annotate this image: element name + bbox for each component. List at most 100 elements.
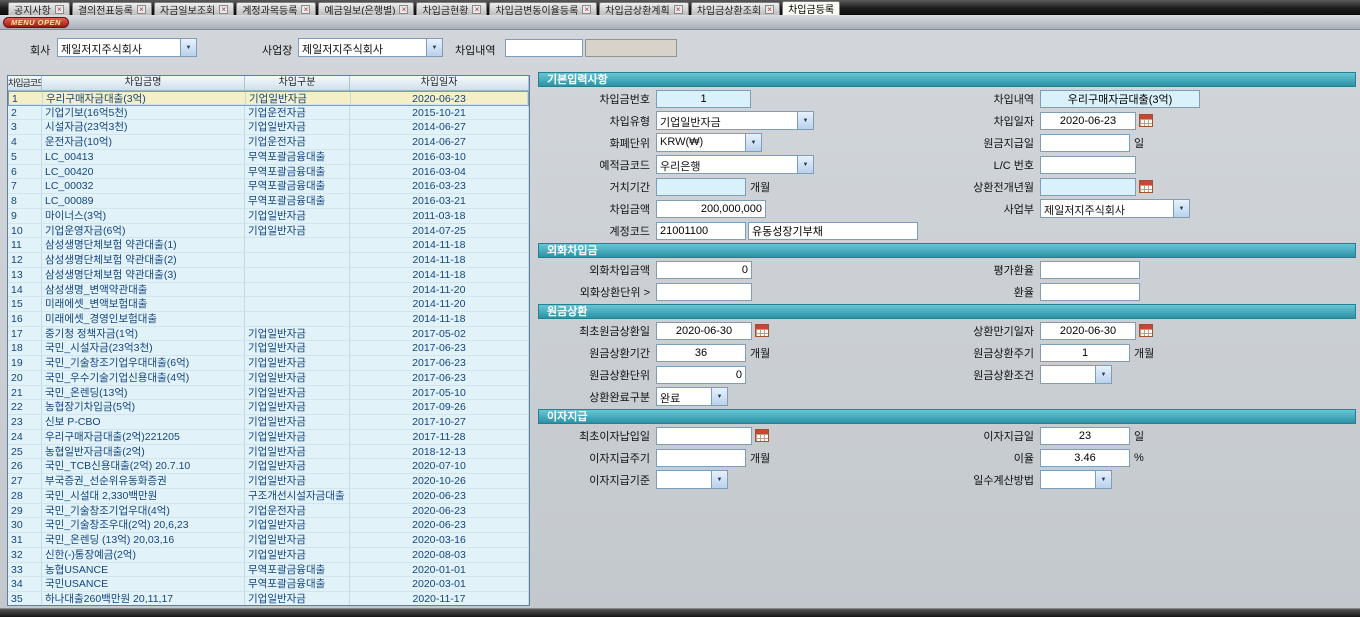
repay-complete-select[interactable]: 완료▼ xyxy=(656,387,728,406)
fx-repay-unit-field[interactable] xyxy=(656,283,752,301)
account-name-field[interactable] xyxy=(748,222,918,240)
tab[interactable]: 차입금현황× xyxy=(416,2,487,15)
chevron-down-icon[interactable]: ▼ xyxy=(745,134,761,151)
principal-payday-field[interactable] xyxy=(1040,134,1130,152)
table-row[interactable]: 15미래에셋_변액보험대출2014-11-20 xyxy=(8,297,529,312)
table-row[interactable]: 3시설자금(23억3천)기업일반자금2014-06-27 xyxy=(8,120,529,135)
table-row[interactable]: 24우리구매자금대출(2억)221205기업일반자금2017-11-28 xyxy=(8,430,529,445)
account-code-field[interactable] xyxy=(656,222,746,240)
calendar-icon[interactable] xyxy=(1139,180,1153,193)
table-row[interactable]: 1우리구매자금대출(3억)기업일반자금2020-06-23 xyxy=(8,91,529,106)
table-row[interactable]: 29국민_기술창조기업우대(4억)기업운전자금2020-06-23 xyxy=(8,504,529,519)
table-row[interactable]: 20국민_우수기술기업신용대출(4억)기업일반자금2017-06-23 xyxy=(8,371,529,386)
chevron-down-icon[interactable]: ▼ xyxy=(797,156,813,173)
table-row[interactable]: 30국민_기술창조우대(2억) 20,6,23기업일반자금2020-06-23 xyxy=(8,518,529,533)
calendar-icon[interactable] xyxy=(755,429,769,442)
table-row[interactable]: 13삼성생명단체보험 약관대출(3)2014-11-18 xyxy=(8,268,529,283)
table-row[interactable]: 11삼성생명단체보험 약관대출(1)2014-11-18 xyxy=(8,238,529,253)
loan-description-field[interactable] xyxy=(1040,90,1200,108)
principal-repay-condition-select[interactable]: ▼ xyxy=(1040,365,1112,384)
tab-close-icon[interactable]: × xyxy=(137,5,146,14)
column-header-loan-name[interactable]: 차입금명 xyxy=(42,76,245,90)
tab[interactable]: 자금일보조회× xyxy=(154,2,234,15)
tab-close-icon[interactable]: × xyxy=(55,5,64,14)
table-row[interactable]: 21국민_온렌딩(13억)기업일반자금2017-05-10 xyxy=(8,386,529,401)
table-row[interactable]: 35하나대출260백만원 20,11,17기업일반자금2020-11-17 xyxy=(8,592,529,606)
table-row[interactable]: 34국민USANCE무역포괄금융대출2020-03-01 xyxy=(8,577,529,592)
table-row[interactable]: 14삼성생명_변액약관대출2014-11-20 xyxy=(8,283,529,298)
tab[interactable]: 계정과목등록× xyxy=(236,2,316,15)
company-select[interactable]: 제일저지주식회사 ▼ xyxy=(57,38,197,57)
deposit-code-select[interactable]: 우리은행▼ xyxy=(656,155,814,174)
loan-type-select[interactable]: 기업일반자금▼ xyxy=(656,111,814,130)
chevron-down-icon[interactable]: ▼ xyxy=(180,39,196,56)
table-row[interactable]: 6LC_00420무역포괄금융대출2016-03-04 xyxy=(8,165,529,180)
first-interest-date-field[interactable] xyxy=(656,427,752,445)
maturity-date-field[interactable] xyxy=(1040,322,1136,340)
column-header-loan-date[interactable]: 차입일자 xyxy=(350,76,529,90)
loan-date-field[interactable] xyxy=(1040,112,1136,130)
table-row[interactable]: 26국민_TCB신용대출(2억) 20.7.10기업일반자금2020-07-10 xyxy=(8,459,529,474)
tab[interactable]: 결의전표등록× xyxy=(72,2,152,15)
table-row[interactable]: 28국민_시설대 2,330백만원구조개선시설자금대출2020-06-23 xyxy=(8,489,529,504)
chevron-down-icon[interactable]: ▼ xyxy=(711,388,727,405)
chevron-down-icon[interactable]: ▼ xyxy=(1095,471,1111,488)
chevron-down-icon[interactable]: ▼ xyxy=(797,112,813,129)
table-row[interactable]: 22농협장기차입금(5억)기업일반자금2017-09-26 xyxy=(8,400,529,415)
grace-period-field[interactable] xyxy=(656,178,746,196)
interest-basis-select[interactable]: ▼ xyxy=(656,470,728,489)
tab-active[interactable]: 차입금등록 xyxy=(782,1,840,15)
calendar-icon[interactable] xyxy=(755,324,769,337)
menu-open-button[interactable]: MENU OPEN xyxy=(3,17,69,28)
principal-repay-period-field[interactable] xyxy=(656,344,746,362)
table-row[interactable]: 25농협일반자금대출(2억)기업일반자금2018-12-13 xyxy=(8,445,529,460)
table-row[interactable]: 5LC_00413무역포괄금융대출2016-03-10 xyxy=(8,150,529,165)
chevron-down-icon[interactable]: ▼ xyxy=(1095,366,1111,383)
table-row[interactable]: 32신한(-)통장예금(2억)기업일반자금2020-08-03 xyxy=(8,548,529,563)
division-select[interactable]: 제일저지주식회사▼ xyxy=(1040,199,1190,218)
tab-close-icon[interactable]: × xyxy=(674,5,683,14)
table-row[interactable]: 4운전자금(10억)기업운전자금2014-06-27 xyxy=(8,135,529,150)
tab-close-icon[interactable]: × xyxy=(301,5,310,14)
interest-payday-field[interactable] xyxy=(1040,427,1130,445)
table-row[interactable]: 8LC_00089무역포괄금융대출2016-03-21 xyxy=(8,194,529,209)
table-row[interactable]: 12삼성생명단체보험 약관대출(2)2014-11-18 xyxy=(8,253,529,268)
tab-close-icon[interactable]: × xyxy=(219,5,228,14)
lc-number-field[interactable] xyxy=(1040,156,1136,174)
table-row[interactable]: 17중기청 정책자금(1억)기업일반자금2017-05-02 xyxy=(8,327,529,342)
chevron-down-icon[interactable]: ▼ xyxy=(711,471,727,488)
loan-number-field[interactable] xyxy=(656,90,751,108)
table-row[interactable]: 16미래에셋_경영인보험대출2014-11-18 xyxy=(8,312,529,327)
table-row[interactable]: 7LC_00032무역포괄금융대출2016-03-23 xyxy=(8,179,529,194)
calendar-icon[interactable] xyxy=(1139,114,1153,127)
loan-desc-filter-input[interactable] xyxy=(505,39,583,57)
table-row[interactable]: 31국민_온렌딩 (13억) 20,03,16기업일반자금2020-03-16 xyxy=(8,533,529,548)
principal-repay-cycle-field[interactable] xyxy=(1040,344,1130,362)
table-row[interactable]: 9마이너스(3억)기업일반자금2011-03-18 xyxy=(8,209,529,224)
day-count-method-select[interactable]: ▼ xyxy=(1040,470,1112,489)
calendar-icon[interactable] xyxy=(1139,324,1153,337)
chevron-down-icon[interactable]: ▼ xyxy=(1173,200,1189,217)
repay-prev-ym-field[interactable] xyxy=(1040,178,1136,196)
table-row[interactable]: 18국민_시설자금(23억3천)기업일반자금2017-06-23 xyxy=(8,341,529,356)
site-select[interactable]: 제일저지주식회사 ▼ xyxy=(298,38,443,57)
tab-close-icon[interactable]: × xyxy=(399,5,408,14)
column-header-loan-code[interactable]: 차입금코드 xyxy=(8,76,42,90)
table-row[interactable]: 2기업기보(16억5천)기업운전자금2015-10-21 xyxy=(8,106,529,121)
tab[interactable]: 차입금변동이율등록× xyxy=(489,2,597,15)
table-row[interactable]: 33농협USANCE무역포괄금융대출2020-01-01 xyxy=(8,563,529,578)
tab-close-icon[interactable]: × xyxy=(765,5,774,14)
principal-repay-unit-field[interactable] xyxy=(656,366,746,384)
table-row[interactable]: 27부국증권_선순위유동화증권기업일반자금2020-10-26 xyxy=(8,474,529,489)
exchange-rate-field[interactable] xyxy=(1040,283,1140,301)
table-row[interactable]: 19국민_기술창조기업우대대출(6억)기업일반자금2017-06-23 xyxy=(8,356,529,371)
fx-loan-amount-field[interactable] xyxy=(656,261,752,279)
currency-select[interactable]: KRW(₩)▼ xyxy=(656,133,762,152)
tab-close-icon[interactable]: × xyxy=(582,5,591,14)
tab[interactable]: 차입금상환계획× xyxy=(599,2,688,15)
tab[interactable]: 공지사항× xyxy=(8,2,70,15)
tab[interactable]: 예금일보(은행별)× xyxy=(318,2,414,15)
chevron-down-icon[interactable]: ▼ xyxy=(426,39,442,56)
tab[interactable]: 차입금상환조회× xyxy=(691,2,780,15)
interest-cycle-field[interactable] xyxy=(656,449,746,467)
